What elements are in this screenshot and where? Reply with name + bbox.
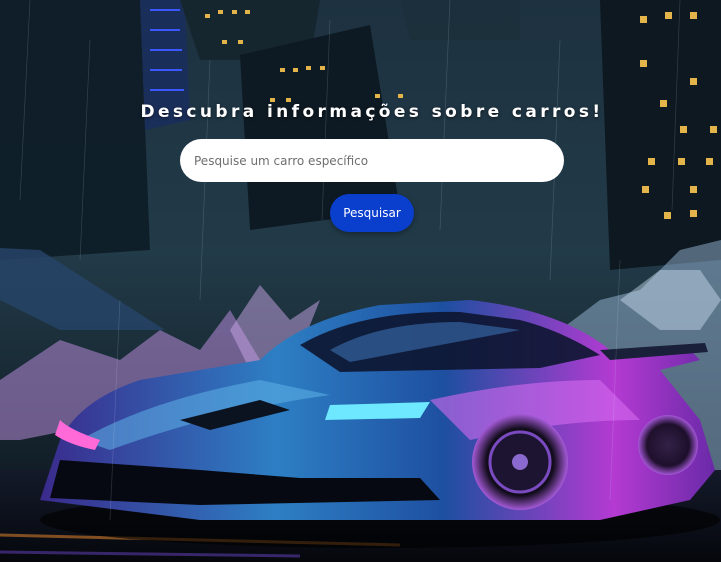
hero-title: Descubra informações sobre carros! <box>140 102 604 122</box>
car-search-input[interactable] <box>180 139 564 182</box>
hero-section: Descubra informações sobre carros! Pesqu… <box>0 0 721 562</box>
hero-background-image <box>0 0 721 562</box>
search-button[interactable]: Pesquisar <box>330 194 414 232</box>
